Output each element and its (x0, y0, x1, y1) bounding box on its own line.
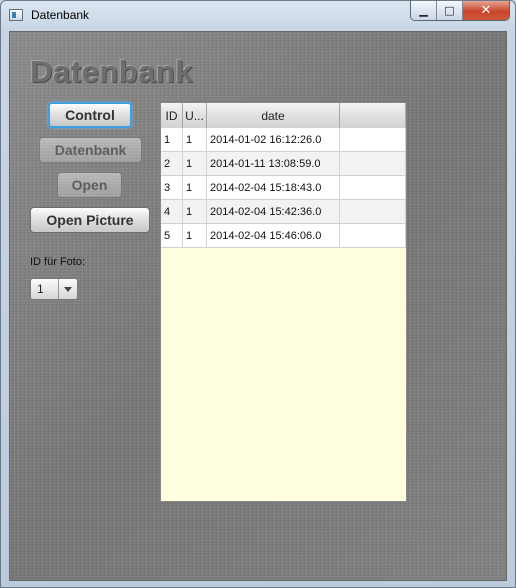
cell-id: 3 (161, 176, 183, 199)
cell-filler (340, 224, 406, 247)
cell-filler (340, 128, 406, 151)
open-button[interactable]: Open (57, 172, 122, 198)
maximize-icon: □ (444, 4, 455, 17)
table-row[interactable]: 2 1 2014-01-11 13:08:59.0 (161, 152, 406, 176)
app-window: Datenbank ▁ □ ✕ Datenbank Control Datenb… (0, 0, 516, 588)
column-header-filler (340, 103, 406, 128)
cell-date: 2014-01-11 13:08:59.0 (207, 152, 340, 175)
title-bar[interactable]: Datenbank ▁ □ ✕ (1, 1, 515, 31)
cell-id: 4 (161, 200, 183, 223)
cell-id: 2 (161, 152, 183, 175)
cell-date: 2014-02-04 15:46:06.0 (207, 224, 340, 247)
cell-filler (340, 176, 406, 199)
cell-id: 1 (161, 128, 183, 151)
control-button[interactable]: Control (48, 102, 132, 128)
table-row[interactable]: 5 1 2014-02-04 15:46:06.0 (161, 224, 406, 248)
window-title: Datenbank (31, 8, 90, 22)
cell-u: 1 (183, 224, 207, 247)
column-header-u[interactable]: U... (183, 103, 207, 128)
chevron-down-icon[interactable] (58, 279, 77, 299)
foto-id-label: ID für Foto: (30, 256, 86, 268)
minimize-icon: ▁ (419, 4, 428, 17)
minimize-button[interactable]: ▁ (411, 1, 437, 20)
cell-date: 2014-02-04 15:42:36.0 (207, 200, 340, 223)
cell-date: 2014-01-02 16:12:26.0 (207, 128, 340, 151)
cell-filler (340, 152, 406, 175)
table-row[interactable]: 3 1 2014-02-04 15:18:43.0 (161, 176, 406, 200)
table-header: ID U... date (161, 103, 406, 129)
app-window-icon (9, 9, 23, 21)
table-row[interactable]: 1 1 2014-01-02 16:12:26.0 (161, 128, 406, 152)
cell-u: 1 (183, 200, 207, 223)
maximize-button[interactable]: □ (437, 1, 463, 20)
cell-date: 2014-02-04 15:18:43.0 (207, 176, 340, 199)
foto-id-value: 1 (37, 282, 44, 296)
cell-id: 5 (161, 224, 183, 247)
foto-id-select[interactable]: 1 (30, 278, 78, 300)
column-header-id[interactable]: ID (161, 103, 183, 128)
table-row[interactable]: 4 1 2014-02-04 15:42:36.0 (161, 200, 406, 224)
cell-u: 1 (183, 176, 207, 199)
cell-u: 1 (183, 128, 207, 151)
window-controls: ▁ □ ✕ (410, 1, 510, 21)
column-header-date[interactable]: date (207, 103, 340, 128)
close-button[interactable]: ✕ (463, 1, 509, 20)
close-icon: ✕ (480, 3, 492, 18)
open-picture-button[interactable]: Open Picture (30, 207, 150, 233)
data-table[interactable]: ID U... date 1 1 2014-01-02 16:12:26.0 2… (160, 102, 407, 502)
page-title: Datenbank (30, 54, 193, 89)
cell-u: 1 (183, 152, 207, 175)
client-area: Datenbank Control Datenbank Open Open Pi… (9, 31, 507, 581)
datenbank-button[interactable]: Datenbank (39, 137, 142, 163)
cell-filler (340, 200, 406, 223)
